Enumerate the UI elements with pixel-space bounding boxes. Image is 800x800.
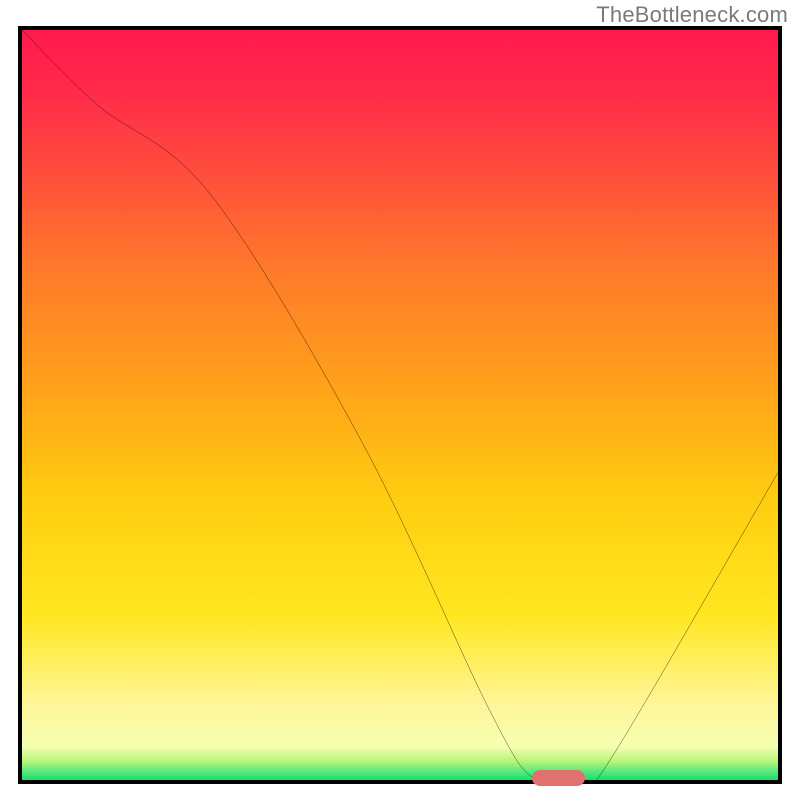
- optimal-range-marker: [532, 770, 585, 786]
- watermark-text: TheBottleneck.com: [596, 2, 788, 28]
- bottleneck-curve: [22, 30, 778, 780]
- plot-area: [18, 26, 782, 784]
- plot-inner: [22, 30, 778, 780]
